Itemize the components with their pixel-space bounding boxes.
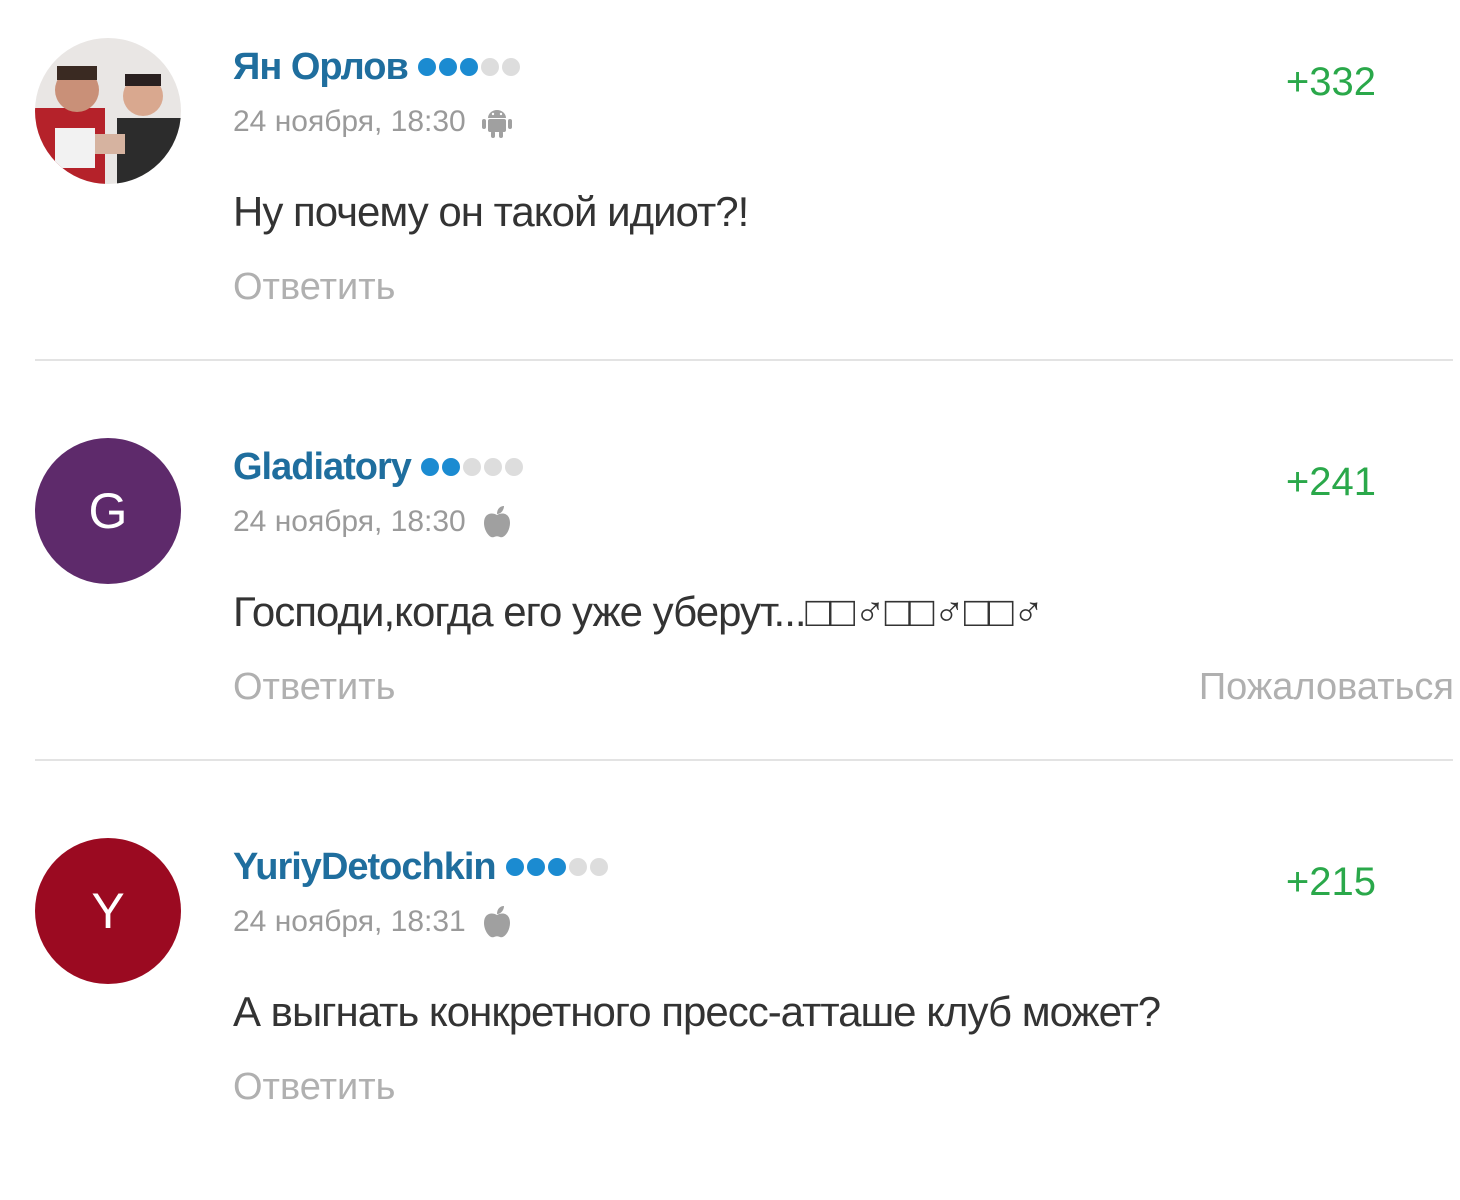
rating-dot	[526, 858, 545, 876]
comment-date: 24 ноября, 18:31	[233, 905, 466, 938]
author-row: Ян Орлов	[233, 42, 520, 92]
comment-meta: 24 ноября, 18:31	[233, 902, 512, 942]
comment-text: А выгнать конкретного пресс-атташе клуб …	[233, 988, 1161, 1035]
author-name-link[interactable]: Ян Орлов	[233, 46, 409, 89]
reply-button[interactable]: Ответить	[233, 666, 395, 709]
comment-date: 24 ноября, 18:30	[233, 505, 466, 538]
comment-score[interactable]: +241	[1286, 460, 1376, 505]
user-rating-dots	[420, 458, 523, 476]
rating-dot	[483, 458, 502, 476]
rating-dot	[547, 858, 566, 876]
rating-dot	[459, 58, 478, 76]
user-avatar[interactable]: G	[35, 438, 181, 584]
rating-dot	[505, 858, 524, 876]
comment-text: Ну почему он такой идиот?!	[233, 188, 749, 235]
rating-dot	[438, 58, 457, 76]
comment-meta: 24 ноября, 18:30	[233, 102, 512, 142]
user-avatar[interactable]	[35, 38, 181, 184]
android-icon	[481, 106, 512, 138]
comment-item: Ян Орлов 24 ноября, 18:30 +332 Ну почему…	[0, 0, 1460, 400]
author-name-link[interactable]: Gladiatory	[233, 446, 412, 489]
comment-item: G Gladiatory 24 ноября, 18:30 +241 Госпо…	[0, 400, 1460, 800]
rating-dot	[504, 458, 523, 476]
comment-divider	[35, 759, 1453, 761]
comment-date: 24 ноября, 18:30	[233, 105, 466, 138]
report-button[interactable]: Пожаловаться	[1199, 666, 1454, 709]
comment-score[interactable]: +332	[1286, 60, 1376, 105]
apple-icon	[482, 505, 512, 539]
rating-dot	[480, 58, 499, 76]
rating-dot	[501, 58, 520, 76]
comment-text: Господи,когда его уже уберут...□□♂□□♂□□♂	[233, 588, 1044, 635]
reply-button[interactable]: Ответить	[233, 1066, 395, 1109]
rating-dot	[589, 858, 608, 876]
rating-dot	[441, 458, 460, 476]
rating-dot	[568, 858, 587, 876]
rating-dot	[420, 458, 439, 476]
comment-item: Y YuriyDetochkin 24 ноября, 18:31 +215 А…	[0, 800, 1460, 1200]
author-name-link[interactable]: YuriyDetochkin	[233, 846, 497, 889]
user-rating-dots	[505, 858, 608, 876]
user-avatar[interactable]: Y	[35, 838, 181, 984]
author-row: Gladiatory	[233, 442, 523, 492]
apple-icon	[482, 905, 512, 939]
author-row: YuriyDetochkin	[233, 842, 608, 892]
user-rating-dots	[417, 58, 520, 76]
rating-dot	[417, 58, 436, 76]
comment-divider	[35, 359, 1453, 361]
comment-meta: 24 ноября, 18:30	[233, 502, 512, 542]
avatar-photo	[35, 38, 181, 184]
rating-dot	[462, 458, 481, 476]
comment-score[interactable]: +215	[1286, 860, 1376, 905]
reply-button[interactable]: Ответить	[233, 266, 395, 309]
